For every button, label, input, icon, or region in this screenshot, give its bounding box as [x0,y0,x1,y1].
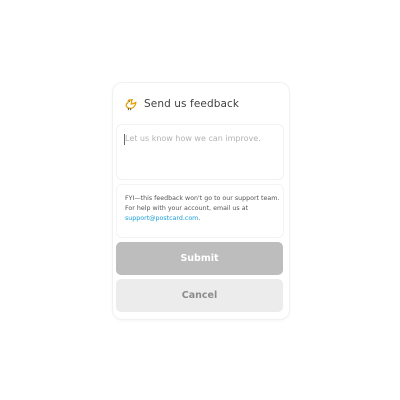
info-line-1: FYI—this feedback won't go to our suppor… [125,195,280,202]
feedback-textarea[interactable] [116,124,284,180]
support-email-link[interactable]: support@postcard.com [125,215,198,222]
info-trailing-period: . [198,215,201,222]
bird-icon [124,97,138,111]
info-line-3: support@postcard.com. [125,214,279,224]
info-line-2: For help with your account, email us at [125,205,249,212]
dialog-header: Send us feedback [124,94,284,114]
info-text: FYI—this feedback won't go to our suppor… [125,194,279,224]
submit-button[interactable]: Submit [116,242,283,275]
feedback-placeholder: Let us know how we can improve. [125,134,261,143]
cancel-button[interactable]: Cancel [116,279,283,312]
dialog-title: Send us feedback [144,98,240,110]
